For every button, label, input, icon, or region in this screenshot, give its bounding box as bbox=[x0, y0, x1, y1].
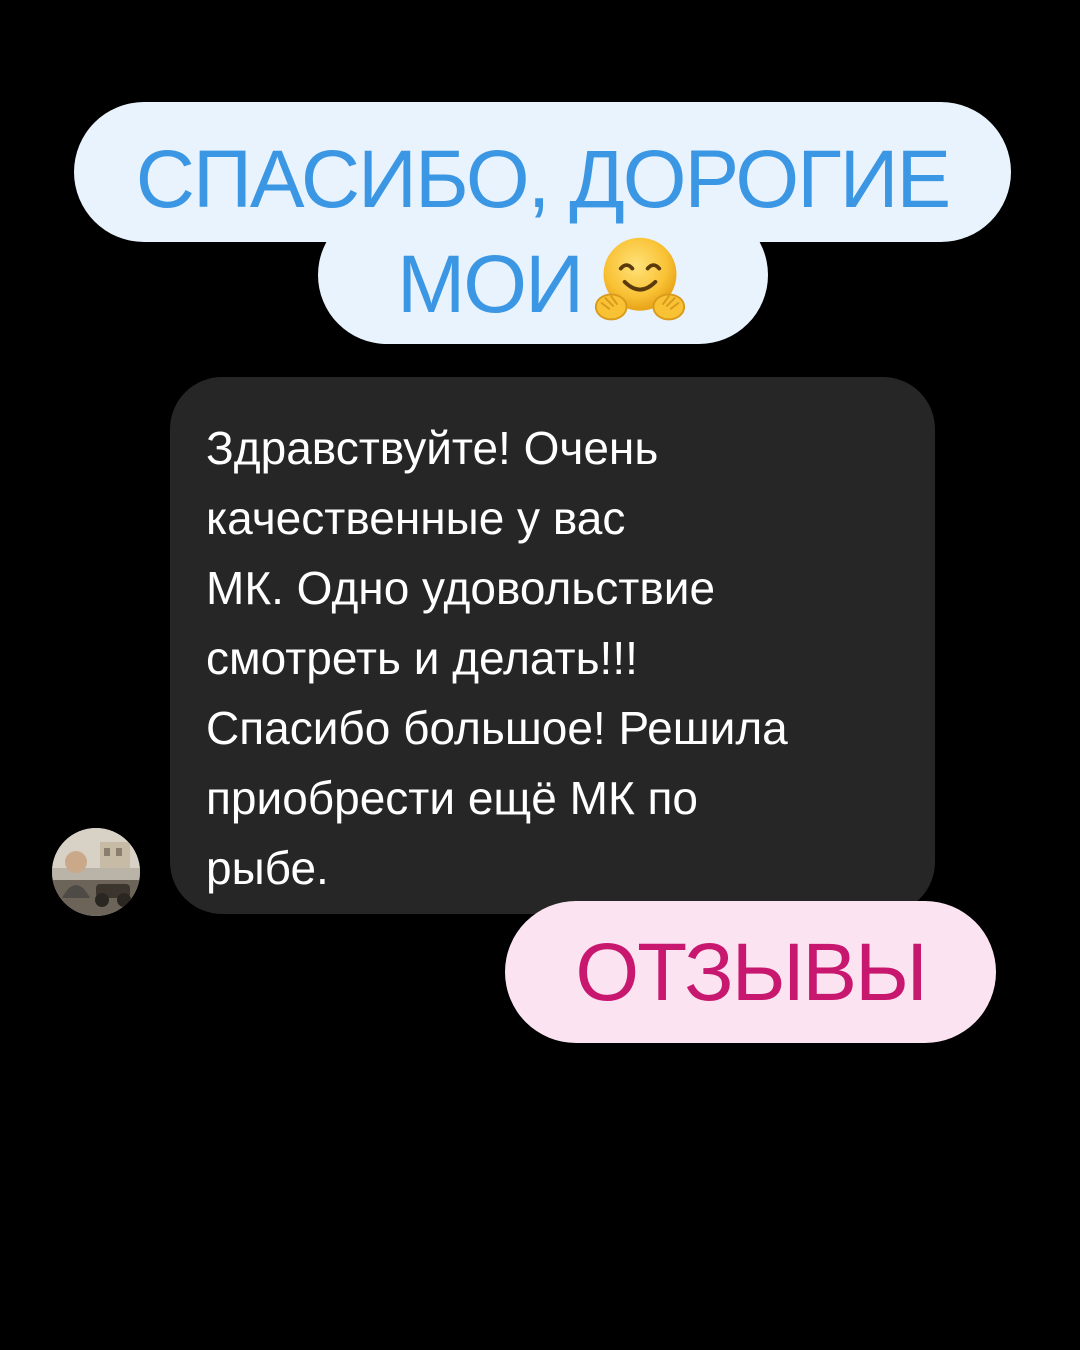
header-line-2: МОИ bbox=[74, 232, 1011, 337]
header-sticker-text: СПАСИБО, ДОРОГИЕ МОИ bbox=[74, 128, 1011, 337]
user-avatar[interactable] bbox=[52, 828, 140, 916]
hugging-face-icon bbox=[594, 237, 686, 321]
reviews-sticker: ОТЗЫВЫ bbox=[505, 901, 996, 1043]
header-sticker: СПАСИБО, ДОРОГИЕ МОИ bbox=[0, 0, 1080, 360]
user-avatar-icon bbox=[52, 828, 140, 916]
header-line-2-text: МОИ bbox=[396, 239, 584, 330]
message-text: Здравствуйте! Очень качественные у вас М… bbox=[206, 422, 788, 894]
header-line-1: СПАСИБО, ДОРОГИЕ bbox=[135, 134, 951, 225]
reviews-label: ОТЗЫВЫ bbox=[575, 927, 927, 1018]
